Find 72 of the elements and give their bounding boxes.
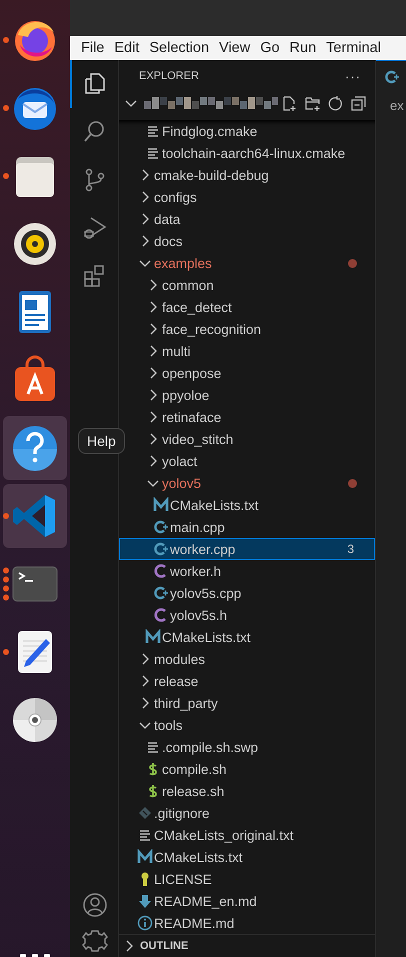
tree-item[interactable]: multi — [119, 340, 375, 362]
menu-item[interactable]: Go — [255, 40, 285, 56]
blurred-name-icon — [144, 97, 278, 109]
tree-item[interactable]: configs — [119, 186, 375, 208]
menu-item[interactable]: Run — [284, 40, 322, 56]
tree-item[interactable]: CMakeLists_original.txt — [119, 824, 375, 846]
tree-item[interactable]: Findglog.cmake — [119, 120, 375, 142]
m-letter-icon — [137, 849, 153, 865]
tree-item[interactable]: docs — [119, 230, 375, 252]
tree-item[interactable]: data — [119, 208, 375, 230]
c-plus-icon — [153, 519, 169, 535]
dock-button[interactable] — [3, 416, 67, 480]
refresh-icon[interactable] — [327, 94, 344, 112]
tree-item[interactable]: CMakeLists.txt — [119, 626, 375, 648]
breadcrumb[interactable]: ex — [376, 92, 406, 113]
tree-item[interactable]: yolov5s.h — [119, 604, 375, 626]
settings-icon[interactable] — [82, 929, 108, 955]
tree-item[interactable]: main.cpp — [119, 516, 375, 538]
m-letter-icon — [145, 629, 161, 645]
tree-item[interactable]: common — [119, 274, 375, 296]
menu-item[interactable]: Selection — [144, 40, 214, 56]
tree-item[interactable]: README_en.md — [119, 890, 375, 912]
m-letter-icon — [153, 497, 169, 513]
more-actions-button[interactable]: ··· — [345, 68, 361, 84]
collapse-all-icon[interactable] — [350, 94, 367, 112]
info-icon — [137, 915, 153, 931]
tree-item[interactable]: CMakeLists.txt — [119, 846, 375, 868]
menu-item[interactable]: Edit — [109, 40, 144, 56]
modified-dot — [348, 478, 357, 488]
tree-item[interactable]: release.sh — [119, 780, 375, 802]
tree-item[interactable]: yolov5s.cpp — [119, 582, 375, 604]
tree-item[interactable]: compile.sh — [119, 758, 375, 780]
tree-item[interactable]: openpose — [119, 362, 375, 384]
account-icon[interactable] — [82, 892, 108, 918]
tree-item[interactable]: README.md — [119, 912, 375, 934]
c-plus-icon — [153, 585, 169, 601]
new-file-icon[interactable] — [281, 94, 298, 112]
run-debug-icon[interactable] — [82, 215, 108, 241]
c-plus-icon — [153, 541, 169, 557]
help-icon — [10, 423, 60, 473]
tree-item[interactable]: retinaface — [119, 406, 375, 428]
editor-tab[interactable] — [376, 60, 406, 92]
tree-item[interactable]: .gitignore — [119, 802, 375, 824]
menu-item[interactable]: View — [214, 40, 256, 56]
tree-item[interactable]: LICENSE — [119, 868, 375, 890]
tree-item[interactable]: .compile.sh.swp — [119, 736, 375, 758]
tree-item[interactable]: tools — [119, 714, 375, 736]
panel-title: EXPLORER — [139, 70, 199, 82]
tooltip: Help — [78, 428, 125, 454]
new-folder-icon[interactable] — [304, 94, 321, 112]
tree-item[interactable]: examples — [119, 252, 375, 274]
disc-icon — [10, 695, 60, 745]
menu-item[interactable]: File — [76, 40, 110, 56]
tree-item[interactable]: face_recognition — [119, 318, 375, 340]
down-arrow-icon — [137, 893, 153, 909]
tree-item[interactable]: release — [119, 670, 375, 692]
tree-item[interactable]: CMakeLists.txt — [119, 494, 375, 516]
tree-item[interactable]: worker.cpp 3 — [119, 538, 375, 560]
tree-item[interactable]: face_detect — [119, 296, 375, 318]
tree-item[interactable]: yolov5 — [119, 472, 375, 494]
tree-item[interactable]: ppyoloe — [119, 384, 375, 406]
c-plus-icon — [384, 68, 400, 84]
section-title[interactable]: OUTLINE — [140, 940, 188, 952]
modified-dot — [348, 258, 357, 268]
diamond-icon — [137, 805, 153, 821]
tree-item[interactable]: worker.h — [119, 560, 375, 582]
menu-item[interactable]: Terminal — [321, 40, 386, 56]
tree-item[interactable]: toolchain-aarch64-linux.cmake — [119, 142, 375, 164]
tree-item[interactable]: modules — [119, 648, 375, 670]
tree-item[interactable]: third_party — [119, 692, 375, 714]
problem-count: 3 — [347, 542, 354, 556]
tree-item[interactable]: cmake-build-debug — [119, 164, 375, 186]
